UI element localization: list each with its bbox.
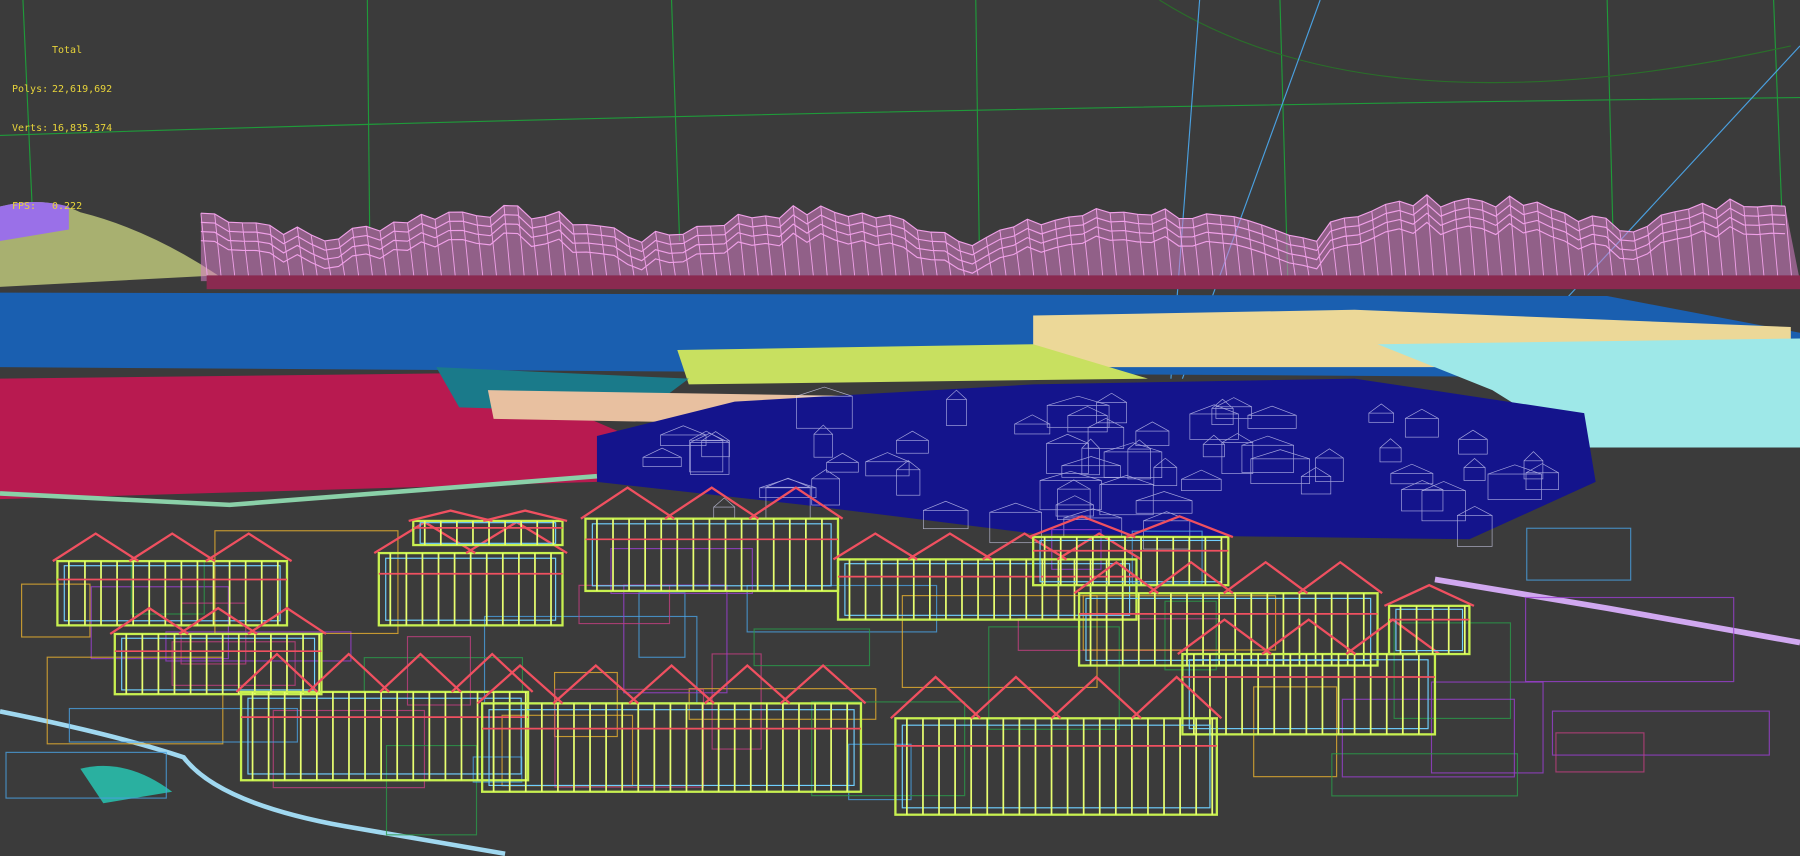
building-inner (63, 565, 281, 622)
ground-outline (638, 592, 686, 658)
building-roof (1223, 560, 1309, 595)
ground-outline (753, 628, 871, 667)
verts-value: 16,835,374 (52, 123, 113, 134)
ground-outline (1253, 686, 1338, 778)
building-body (836, 558, 1138, 621)
building-roof (552, 663, 640, 705)
ground-outline (811, 701, 966, 797)
ground-outline (472, 756, 523, 783)
ground-outline (385, 744, 478, 836)
ground-outline (610, 548, 753, 595)
wireframe-scene[interactable] (0, 0, 1800, 856)
building-wireframe (52, 532, 293, 627)
ground-outline (46, 656, 224, 745)
building-inner (1188, 659, 1429, 730)
building-roof (580, 486, 675, 520)
building-roof (205, 532, 293, 563)
ground-outline (1082, 595, 1277, 651)
building-body (1032, 535, 1230, 587)
wall-right (1434, 576, 1800, 646)
building-roof (1177, 618, 1272, 655)
building-roof (628, 663, 715, 705)
ground-outline (746, 584, 938, 633)
ground-outline (711, 653, 762, 750)
building-roof (1131, 675, 1223, 720)
building-roof (128, 532, 216, 563)
ground-outline (214, 530, 399, 635)
building-roof (1050, 675, 1142, 720)
building-inner (844, 563, 1131, 616)
building-wireframe (373, 520, 568, 627)
roof-wire (713, 497, 735, 508)
ground-outline (165, 631, 352, 662)
horizon-band (206, 275, 1800, 290)
building-body (894, 717, 1218, 816)
building-wireframe (1383, 583, 1475, 656)
building-roof (1073, 560, 1159, 595)
building-wireframe (832, 532, 1142, 621)
building-roof (907, 532, 993, 561)
building-body (480, 702, 863, 793)
roof-wire (796, 386, 853, 397)
building-wireframe (476, 663, 867, 793)
building-roof (450, 652, 534, 693)
structure-wire (713, 506, 736, 519)
ground-outline (988, 626, 1120, 730)
building-roof (1383, 583, 1475, 607)
ground-outline (1555, 732, 1645, 773)
building-roof (465, 520, 568, 555)
mountains (200, 194, 1800, 282)
3d-viewport[interactable]: Total Polys: 22,619,692 Verts: 16,835,374 … (0, 0, 1800, 856)
ground-outline (90, 586, 229, 660)
building-roof (1345, 618, 1441, 655)
building-roof (779, 663, 867, 705)
building-roof (408, 509, 493, 523)
building-roof (483, 509, 568, 523)
ground-outline (130, 560, 205, 615)
building-wireframe (235, 652, 534, 782)
fps-value: 0.222 (52, 201, 83, 212)
buildings (52, 486, 1475, 816)
building-roof (832, 532, 918, 561)
stats-header: Total (52, 45, 83, 56)
building-body (56, 559, 289, 627)
building-roof (704, 663, 791, 705)
building-wireframe (890, 675, 1223, 816)
building-roof (890, 675, 982, 720)
building-inner (1039, 539, 1223, 583)
verts-label: Verts: (12, 123, 49, 134)
building-body (412, 519, 564, 547)
building-roof (379, 652, 462, 693)
ground-outline (1430, 681, 1544, 774)
building-inner (591, 523, 832, 587)
building-roof (52, 532, 140, 563)
fps-label: FPS: (12, 201, 37, 212)
building-roof (1297, 560, 1383, 595)
ground-outline (68, 707, 298, 743)
ground-outline (1331, 753, 1518, 797)
ground-outline (21, 583, 91, 638)
ground-outline (901, 595, 1098, 689)
building-inner (247, 697, 522, 775)
building-inner (1085, 597, 1372, 661)
ground-outline (1393, 622, 1512, 719)
building-roof (970, 675, 1062, 720)
building-roof (235, 652, 319, 693)
building-body (584, 517, 840, 593)
ground-outline (1131, 530, 1203, 585)
viewport-statistics: Total Polys: 22,619,692 Verts: 16,835,374 … (12, 18, 112, 239)
polys-value: 22,619,692 (52, 84, 113, 95)
ground-outline (1526, 527, 1632, 581)
polys-label: Polys: (12, 84, 49, 95)
building-roof (1148, 560, 1234, 595)
